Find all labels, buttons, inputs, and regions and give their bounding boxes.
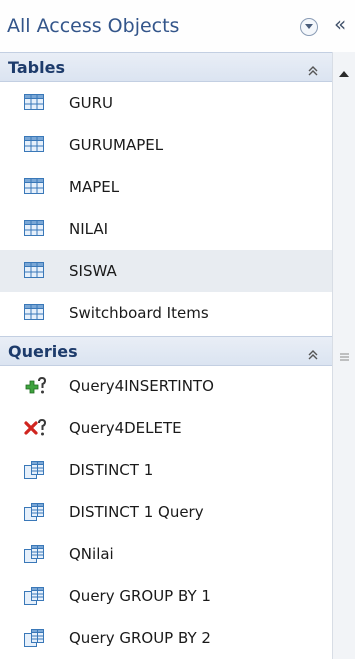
list-item-siswa[interactable]: SISWA [0, 250, 332, 292]
group-header-tables[interactable]: Tables [0, 52, 332, 82]
collapse-pane-button[interactable]: « [334, 12, 346, 36]
item-label: NILAI [69, 220, 109, 238]
list-item-query-group-by-2[interactable]: Query GROUP BY 2 [0, 617, 332, 659]
item-label: Query GROUP BY 1 [69, 587, 211, 605]
select-query-icon [24, 587, 44, 605]
list-item-qnilai[interactable]: QNilai [0, 533, 332, 575]
list-item-distinct-1-query[interactable]: DISTINCT 1 Query [0, 491, 332, 533]
item-label: MAPEL [69, 178, 120, 196]
navigation-pane-header[interactable]: All Access Objects « [0, 0, 355, 52]
list-item-query4insertinto[interactable]: Query4INSERTINTO [0, 365, 332, 407]
group-label: Queries [8, 342, 78, 361]
select-query-icon [24, 461, 44, 479]
pane-title[interactable]: All Access Objects [7, 15, 179, 37]
item-label: GURUMAPEL [69, 136, 164, 154]
list-item-query-group-by-1[interactable]: Query GROUP BY 1 [0, 575, 332, 617]
object-list: Tables GURU GURUMAPEL MAPEL NILAI SISWA … [0, 52, 332, 659]
table-icon [24, 262, 44, 280]
scroll-up-arrow-icon[interactable] [338, 63, 350, 82]
select-query-icon [24, 545, 44, 563]
item-label: Query4DELETE [69, 419, 182, 437]
item-label: DISTINCT 1 Query [69, 503, 204, 521]
list-item-guru[interactable]: GURU [0, 82, 332, 124]
item-label: DISTINCT 1 [69, 461, 154, 479]
table-icon [24, 220, 44, 238]
navigation-pane: All Access Objects « Tables GURU GURUMAP… [0, 0, 355, 659]
list-item-distinct-1[interactable]: DISTINCT 1 [0, 449, 332, 491]
select-query-icon [24, 503, 44, 521]
scroll-grip-icon[interactable] [340, 346, 349, 365]
vertical-scrollbar[interactable] [332, 52, 355, 659]
table-icon [24, 136, 44, 154]
delete-query-icon [24, 418, 47, 437]
group-label: Tables [8, 58, 65, 77]
chevron-down-icon[interactable] [300, 18, 318, 36]
list-item-switchboard-items[interactable]: Switchboard Items [0, 292, 332, 334]
item-label: Query4INSERTINTO [69, 377, 214, 395]
table-icon [24, 304, 44, 322]
chevron-up-icon[interactable] [307, 62, 319, 81]
group-header-queries[interactable]: Queries [0, 336, 332, 366]
chevron-up-icon[interactable] [307, 346, 319, 365]
append-query-icon [24, 376, 47, 395]
select-query-icon [24, 629, 44, 647]
item-label: Switchboard Items [69, 304, 209, 322]
item-label: Query GROUP BY 2 [69, 629, 211, 647]
list-item-gurumapel[interactable]: GURUMAPEL [0, 124, 332, 166]
list-item-nilai[interactable]: NILAI [0, 208, 332, 250]
item-label: SISWA [69, 262, 117, 280]
list-item-mapel[interactable]: MAPEL [0, 166, 332, 208]
list-item-query4delete[interactable]: Query4DELETE [0, 407, 332, 449]
table-icon [24, 94, 44, 112]
item-label: QNilai [69, 545, 114, 563]
table-icon [24, 178, 44, 196]
item-label: GURU [69, 94, 114, 112]
